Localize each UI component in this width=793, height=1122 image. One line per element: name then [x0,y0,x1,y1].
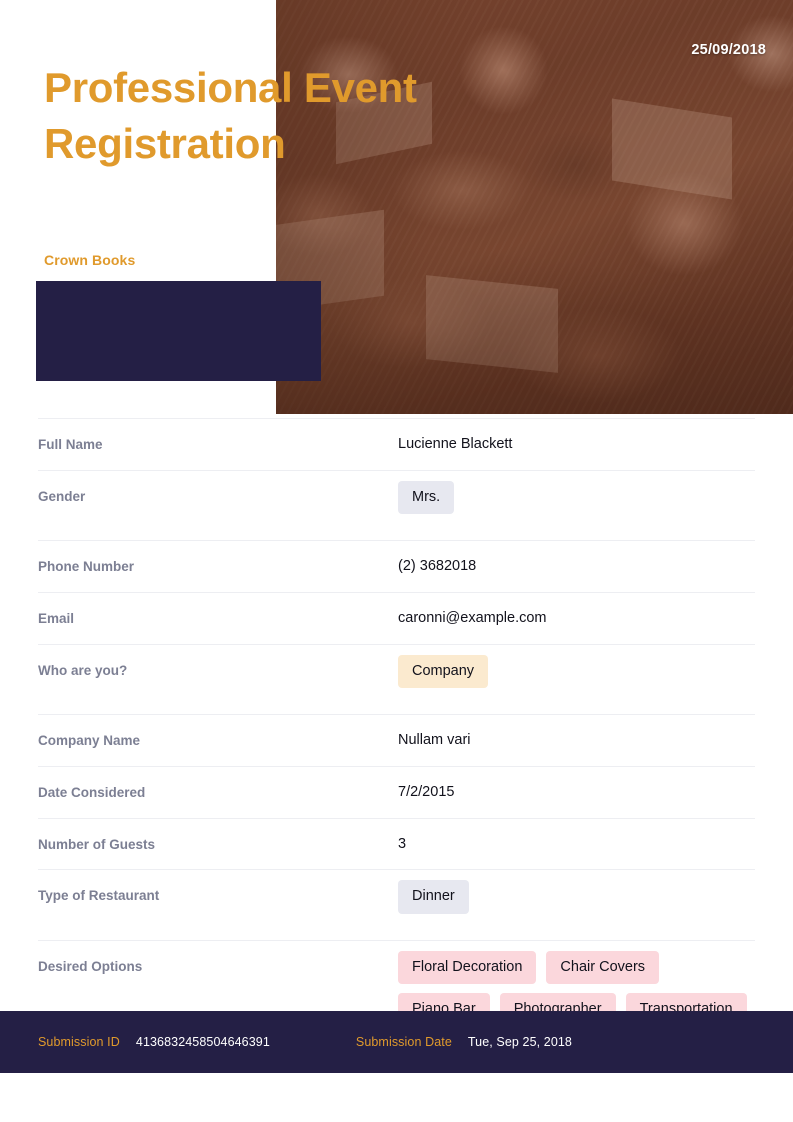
value-chip: Chair Covers [546,950,660,985]
field-value: Lucienne Blackett [398,436,513,452]
value-chip: Dinner [398,880,469,914]
submission-date-label: Submission Date [355,1035,452,1049]
field-label: Date Considered [38,784,146,800]
chip-group: Mrs. [398,480,755,515]
submission-id-label: Submission ID [38,1035,120,1049]
submission-footer: Submission ID 4136832458504646391 Submis… [0,1011,793,1073]
submission-date-group: Submission Date Tue, Sep 25, 2018 [356,1035,572,1049]
field-value: Company [398,654,755,689]
field-value: 3 [398,835,407,852]
value-chip: Floral Decoration [398,950,537,985]
field-row-date-considered: Date Considered 7/2/2015 [38,765,755,818]
event-date: 25/09/2018 [691,42,766,58]
field-value: Mrs. [398,480,755,515]
field-row-number-of-guests: Number of Guests 3 [38,817,755,870]
chip-group: Company [398,654,755,689]
registration-document: 25/09/2018 Professional Event Registrati… [0,0,793,1122]
field-value: Nullam vari [398,732,471,749]
field-row-email: Email caronni@example.com [38,591,755,644]
field-label: Full Name [38,437,103,452]
field-row-gender: Gender Mrs. [38,469,755,540]
hero-banner: 25/09/2018 Professional Event Registrati… [0,0,793,414]
field-row-phone-number: Phone Number (2) 3682018 [38,540,755,592]
field-row-who-are-you: Who are you? Company [38,643,755,714]
field-label: Gender [38,488,86,504]
field-row-company-name: Company Name Nullam vari [38,714,755,766]
field-label: Email [38,610,75,626]
logo-placeholder-block [36,281,321,381]
field-row-full-name: Full Name Lucienne Blackett [38,418,755,470]
field-label: Number of Guests [38,836,156,852]
field-label: Type of Restaurant [38,888,160,904]
field-label: Company Name [38,733,141,749]
field-label: Phone Number [38,559,135,575]
submission-id-value: 4136832458504646391 [135,1035,270,1049]
field-value: caronni@example.com [398,609,547,626]
field-list: Full Name Lucienne Blackett Gender Mrs. … [38,418,755,1058]
chip-group: Dinner [398,880,755,914]
submission-date-value: Tue, Sep 25, 2018 [467,1035,572,1049]
field-label: Desired Options [38,958,143,974]
field-value: Dinner [398,880,755,914]
field-row-type-of-restaurant: Type of Restaurant Dinner [38,869,755,939]
field-label: Who are you? [38,662,128,678]
submission-id-group: Submission ID 4136832458504646391 [38,1035,270,1049]
field-value: (2) 3682018 [398,558,477,575]
field-value: 7/2/2015 [398,783,455,800]
value-chip: Mrs. [398,480,455,515]
organization-name: Crown Books [44,252,136,268]
page-title: Professional Event Registration [44,64,417,167]
value-chip: Company [398,654,489,689]
